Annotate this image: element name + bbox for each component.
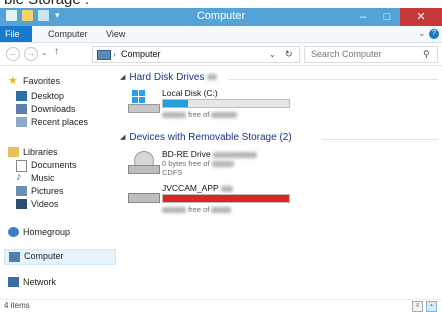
ribbon-tabs: File Computer View ⌄ ? xyxy=(0,26,442,43)
drive-name: BD-RE Drive xyxy=(162,149,258,159)
page-top-text: ble Storage : xyxy=(4,0,89,8)
drive-free-text: free of xyxy=(162,110,238,119)
content-pane: ◢ Hard Disk Drives Local Disk (C:) free o… xyxy=(116,66,442,299)
redacted-count xyxy=(207,74,218,81)
minimize-button[interactable]: – xyxy=(352,8,374,26)
ribbon-expand-icon[interactable]: ⌄ xyxy=(418,28,426,39)
videos-icon xyxy=(16,199,27,209)
drive-usage-fill xyxy=(163,195,289,202)
back-button[interactable]: ← xyxy=(6,47,20,61)
details-view-icon[interactable]: ≡ xyxy=(412,301,423,312)
navigation-pane: ★ Favorites Desktop Downloads Recent pla… xyxy=(0,66,116,299)
title-bar: ▾ Computer – □ ✕ xyxy=(0,8,442,26)
breadcrumb-separator-icon: › xyxy=(113,50,116,59)
item-count: 4 items xyxy=(4,301,30,310)
close-button[interactable]: ✕ xyxy=(400,8,442,26)
forward-button[interactable]: → xyxy=(24,47,38,61)
maximize-button[interactable]: □ xyxy=(376,8,398,26)
computer-icon xyxy=(9,252,20,262)
drive-jvccam-app[interactable]: JVCCAM_APP free of xyxy=(124,183,304,219)
search-input[interactable]: Search Computer ⚲ xyxy=(304,46,438,63)
drive-free-text: free of xyxy=(162,205,232,214)
help-icon[interactable]: ? xyxy=(429,29,439,39)
drive-usage-bar xyxy=(162,99,290,108)
drive-name: JVCCAM_APP xyxy=(162,183,233,193)
tab-computer[interactable]: Computer xyxy=(40,26,96,42)
large-icons-view-icon[interactable]: ▪ xyxy=(426,301,437,312)
group-divider xyxy=(322,139,438,140)
collapse-icon[interactable]: ◢ xyxy=(120,134,125,141)
drive-filesystem: CDFS xyxy=(162,168,183,177)
drive-free-text: 0 bytes free of xyxy=(162,159,234,168)
group-header-hard-disk-drives[interactable]: ◢ Hard Disk Drives xyxy=(120,72,218,86)
recent-places-icon xyxy=(16,117,27,127)
tab-file[interactable]: File xyxy=(0,26,32,42)
downloads-icon xyxy=(16,104,27,114)
tab-view[interactable]: View xyxy=(98,26,133,42)
drive-name: Local Disk (C:) xyxy=(162,88,218,98)
address-bar[interactable]: › Computer ⌄ ↻ xyxy=(92,46,300,63)
up-button[interactable]: ↑ xyxy=(54,46,59,57)
pictures-icon xyxy=(16,186,27,196)
drive-usage-fill xyxy=(163,100,189,107)
network-icon xyxy=(8,277,19,287)
optical-drive-icon xyxy=(128,151,160,175)
refresh-icon[interactable]: ↻ xyxy=(285,47,293,62)
star-icon: ★ xyxy=(8,75,18,87)
drive-bd-re[interactable]: BD-RE Drive 0 bytes free of CDFS xyxy=(124,149,304,179)
address-dropdown-icon[interactable]: ⌄ xyxy=(269,47,276,62)
libraries-icon xyxy=(8,147,19,157)
removable-drive-icon xyxy=(128,191,160,203)
collapse-icon[interactable]: ◢ xyxy=(120,74,125,81)
drive-usage-bar xyxy=(162,194,290,203)
status-bar: 4 items ≡ ▪ xyxy=(0,299,442,312)
computer-address-icon xyxy=(97,50,111,60)
explorer-window: ▾ Computer – □ ✕ File Computer View ⌄ ? … xyxy=(0,8,442,312)
desktop-icon xyxy=(16,91,27,101)
drive-local-disk[interactable]: Local Disk (C:) free of xyxy=(124,88,304,124)
navigation-bar: ← → ⌄ ↑ › Computer ⌄ ↻ Search Computer ⚲ xyxy=(0,43,442,66)
recent-locations-icon[interactable]: ⌄ xyxy=(41,48,48,57)
nav-computer[interactable]: Computer xyxy=(4,249,116,265)
search-placeholder: Search Computer xyxy=(311,49,382,59)
windows-drive-icon xyxy=(128,90,160,113)
homegroup-icon xyxy=(8,227,19,237)
group-header-removable-storage[interactable]: ◢ Devices with Removable Storage (2) xyxy=(120,132,292,146)
music-icon: ♪ xyxy=(16,171,22,183)
search-icon[interactable]: ⚲ xyxy=(423,47,430,62)
group-divider xyxy=(228,79,438,80)
page-top-fragment: ble Storage : xyxy=(0,0,442,8)
breadcrumb[interactable]: Computer xyxy=(121,47,161,62)
